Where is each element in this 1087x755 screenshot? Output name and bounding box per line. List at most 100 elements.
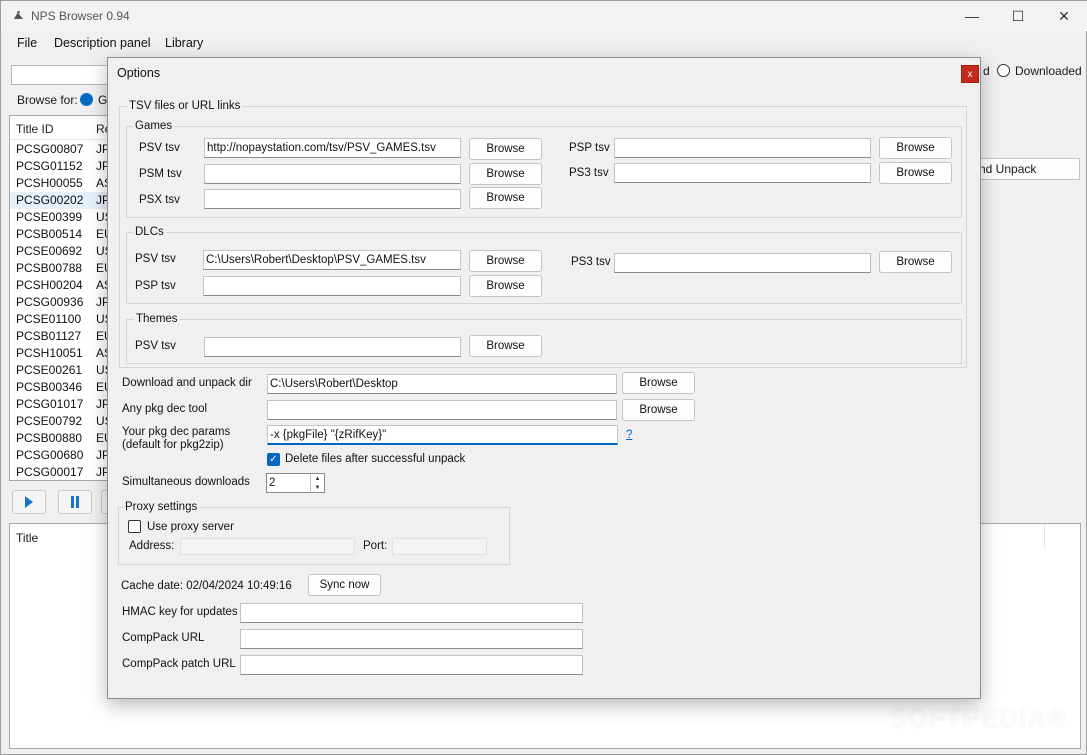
menu-bar: File Description panel Library [1, 33, 1087, 55]
close-button[interactable]: ✕ [1041, 1, 1087, 31]
radio-games[interactable] [80, 93, 93, 106]
download-and-unpack-label: nd Unpack [979, 162, 1037, 176]
table-row[interactable]: PCSE00399US [10, 209, 110, 226]
table-row[interactable]: PCSG01017 JP [10, 396, 110, 413]
games-psx-field[interactable] [204, 189, 461, 209]
themes-group-label: Themes [134, 313, 180, 325]
radio-downloaded[interactable] [997, 64, 1010, 77]
games-psm-label: PSM tsv [139, 168, 182, 180]
games-psm-field[interactable] [204, 164, 461, 184]
radio-downloaded-label: Downloaded [1015, 64, 1082, 78]
themes-psv-browse-button[interactable]: Browse [469, 335, 542, 357]
column-title-id[interactable]: Title ID [16, 122, 54, 136]
comppack-patch-field[interactable] [240, 655, 583, 675]
window-title: NPS Browser 0.94 [31, 9, 130, 23]
pause-button[interactable] [58, 490, 92, 514]
games-group-label: Games [133, 120, 175, 132]
minimize-icon: — [965, 8, 979, 24]
browse-for-label: Browse for: [17, 93, 78, 107]
themes-psv-label: PSV tsv [135, 340, 176, 352]
row-title-id: PCSG01017 [16, 397, 84, 411]
dlcs-psp-browse-button[interactable]: Browse [469, 275, 542, 297]
menu-description-panel[interactable]: Description panel [54, 36, 151, 50]
dlcs-psv-field[interactable]: C:\Users\Robert\Desktop\PSV_GAMES.tsv [203, 250, 461, 270]
search-input[interactable] [11, 65, 111, 85]
hmac-label: HMAC key for updates [122, 606, 238, 618]
table-row[interactable]: PCSG00017 JP [10, 464, 110, 480]
games-psx-browse-button[interactable]: Browse [469, 187, 542, 209]
download-dir-browse-button[interactable]: Browse [622, 372, 695, 394]
table-row[interactable]: PCSB00514EU [10, 226, 110, 243]
close-icon: x [967, 68, 973, 80]
proxy-address-field[interactable] [180, 538, 355, 555]
table-row[interactable]: PCSG00807 JP [10, 141, 110, 158]
dialog-title: Options [117, 66, 161, 80]
download-dir-label: Download and unpack dir [122, 377, 252, 389]
pkg-dec-field[interactable] [267, 400, 617, 420]
games-psv-label: PSV tsv [139, 142, 180, 154]
sync-now-button[interactable]: Sync now [308, 574, 381, 596]
table-row[interactable]: PCSB01127EU [10, 328, 110, 345]
dlcs-psv-browse-button[interactable]: Browse [469, 250, 542, 272]
dlcs-ps3-field[interactable] [614, 253, 871, 273]
table-row[interactable]: PCSG00936 JP [10, 294, 110, 311]
games-psp-field[interactable] [614, 138, 871, 158]
delete-files-checkbox[interactable]: ✓ [267, 453, 280, 466]
games-psp-browse-button[interactable]: Browse [879, 137, 952, 159]
table-row[interactable]: PCSB00788EU [10, 260, 110, 277]
maximize-button[interactable]: ☐ [995, 1, 1041, 31]
games-psv-browse-button[interactable]: Browse [469, 138, 542, 160]
softpedia-watermark: SOFTPEDIA® [889, 703, 1067, 733]
dlcs-ps3-browse-button[interactable]: Browse [879, 251, 952, 273]
row-title-id: PCSB00514 [16, 227, 83, 241]
table-row[interactable]: PCSB00346EU [10, 379, 110, 396]
dlcs-psp-field[interactable] [203, 276, 461, 296]
close-icon: ✕ [1058, 7, 1070, 24]
download-and-unpack-button[interactable]: nd Unpack [976, 158, 1080, 180]
pkg-dec-browse-button[interactable]: Browse [622, 399, 695, 421]
minimize-button[interactable]: — [949, 1, 995, 31]
cache-date-label: Cache date: 02/04/2024 10:49:16 [121, 580, 292, 592]
pause-icon [71, 496, 79, 508]
detail-title: Title [16, 531, 39, 545]
dialog-close-button[interactable]: x [961, 65, 979, 83]
row-title-id: PCSE00399 [16, 210, 83, 224]
detail-column-divider [1044, 524, 1045, 548]
proxy-group-label: Proxy settings [123, 501, 200, 513]
table-row[interactable]: PCSH10051 AS [10, 345, 110, 362]
table-row[interactable]: PCSE00692US [10, 243, 110, 260]
games-ps3-field[interactable] [614, 163, 871, 183]
title-list[interactable]: Title ID Re PCSG00807 JP PCSG01152 JP PCSH00… [9, 115, 111, 481]
table-row[interactable]: PCSH00204 AS [10, 277, 110, 294]
download-dir-field[interactable]: C:\Users\Robert\Desktop [267, 374, 617, 394]
menu-file[interactable]: File [17, 36, 37, 50]
themes-psv-field[interactable] [204, 337, 461, 357]
row-title-id: PCSG00202 [16, 193, 84, 207]
table-row[interactable]: PCSG00680 JP [10, 447, 110, 464]
stepper-up-icon[interactable]: ▲ [311, 474, 324, 483]
table-row[interactable]: PCSH00055 AS [10, 175, 110, 192]
use-proxy-checkbox[interactable] [128, 520, 141, 533]
play-icon [25, 496, 33, 508]
games-ps3-browse-button[interactable]: Browse [879, 162, 952, 184]
proxy-port-field[interactable] [392, 538, 487, 555]
pkg-params-sublabel: (default for pkg2zip) [122, 439, 224, 451]
hmac-field[interactable] [240, 603, 583, 623]
table-row[interactable]: PCSE00792US [10, 413, 110, 430]
table-row[interactable]: PCSE00261US [10, 362, 110, 379]
table-row[interactable]: PCSG00202 JP [10, 192, 110, 209]
stepper-down-icon[interactable]: ▼ [311, 483, 324, 492]
simultaneous-stepper[interactable]: 2 ▲ ▼ [266, 473, 325, 493]
table-row[interactable]: PCSB00880EU [10, 430, 110, 447]
games-psm-browse-button[interactable]: Browse [469, 163, 542, 185]
games-psv-field[interactable]: http://nopaystation.com/tsv/PSV_GAMES.ts… [204, 138, 461, 158]
stepper-arrows: ▲ ▼ [310, 474, 324, 492]
pkg-params-help-link[interactable]: ? [626, 429, 632, 441]
table-row[interactable]: PCSE01100US [10, 311, 110, 328]
row-title-id: PCSB00880 [16, 431, 83, 445]
menu-library[interactable]: Library [165, 36, 203, 50]
comppack-field[interactable] [240, 629, 583, 649]
start-download-button[interactable] [12, 490, 46, 514]
table-row[interactable]: PCSG01152 JP [10, 158, 110, 175]
pkg-params-field[interactable]: -x {pkgFile} "{zRifKey}" [267, 425, 618, 445]
